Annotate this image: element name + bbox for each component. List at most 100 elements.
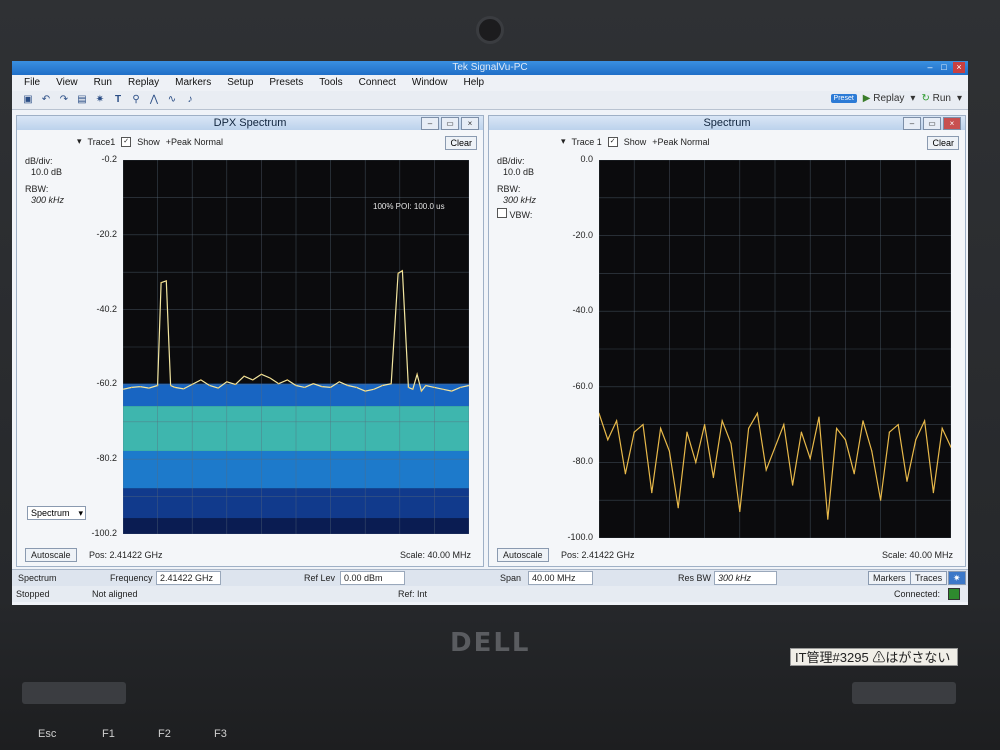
dpx-trace-point xyxy=(217,387,219,389)
dpx-panel-title: DPX Spectrum – ▭ × xyxy=(17,116,483,130)
spectrum-trace-point xyxy=(941,427,943,429)
text-icon[interactable]: T xyxy=(112,94,124,106)
dpx-trace-point xyxy=(208,384,211,387)
spectrum-autoscale-button[interactable]: Autoscale xyxy=(497,548,549,562)
menu-markers[interactable]: Markers xyxy=(175,75,211,91)
menu-help[interactable]: Help xyxy=(463,75,484,91)
menu-connect[interactable]: Connect xyxy=(359,75,396,91)
dpx-restore-icon[interactable]: ▭ xyxy=(441,117,459,130)
marker-icon[interactable]: ⚲ xyxy=(130,94,142,106)
dpx-y-tick-label: -60.2 xyxy=(96,378,117,389)
chevron-down-icon[interactable]: ▾ xyxy=(910,93,915,104)
spectrum-plot[interactable] xyxy=(598,159,952,539)
dpx-trace-point xyxy=(234,383,237,385)
dpx-view-select[interactable]: Spectrum ▾ xyxy=(27,506,86,520)
connected-state: Connected: xyxy=(894,589,941,599)
dpx-show-checkbox[interactable]: ✓ xyxy=(121,136,132,147)
spectrum-vbw-checkbox[interactable] xyxy=(497,208,507,218)
window-title: Tek SignalVu-PC xyxy=(452,62,528,73)
spectrum-trace-point xyxy=(906,480,908,482)
spectrum-trace-point xyxy=(607,439,609,441)
menu-setup[interactable]: Setup xyxy=(227,75,253,91)
traces-button[interactable]: Traces xyxy=(910,571,948,585)
spectrum-scale[interactable]: Scale: 40.00 MHz xyxy=(882,550,953,560)
close-icon[interactable]: × xyxy=(953,62,965,73)
gear-icon[interactable]: ✷ xyxy=(94,94,106,106)
key-f3[interactable]: F3 xyxy=(214,728,227,740)
dpx-poi-text: 100% POI: 100.0 us xyxy=(373,202,445,211)
toolbar: ▣ ↶ ↷ ▤ ✷ T ⚲ ⋀ ∿ ♪ Preset ▶ Replay ▾ ↻ … xyxy=(12,91,968,110)
run-label: Run xyxy=(932,93,951,104)
dpx-trace-chevron-icon[interactable]: ▾ xyxy=(77,136,82,147)
spectrum-restore-icon[interactable]: ▭ xyxy=(923,117,941,130)
dpx-minimize-icon[interactable]: – xyxy=(421,117,439,130)
spectrum-minimize-icon[interactable]: – xyxy=(903,117,921,130)
run-menu-chevron-icon[interactable]: ▾ xyxy=(957,93,962,104)
key-f2[interactable]: F2 xyxy=(158,728,171,740)
dpx-plot[interactable]: 100% POI: 100.0 us xyxy=(122,159,470,535)
menu-presets[interactable]: Presets xyxy=(269,75,303,91)
menu-view[interactable]: View xyxy=(56,75,78,91)
spectrum-show-checkbox[interactable]: ✓ xyxy=(607,136,618,147)
settings-gear-icon[interactable]: ✷ xyxy=(948,571,966,585)
dpx-clear-button[interactable]: Clear xyxy=(445,136,477,150)
speaker-icon[interactable]: ♪ xyxy=(184,94,196,106)
minimize-icon[interactable]: – xyxy=(924,62,936,73)
connected-indicator xyxy=(948,588,960,600)
spectrum-close-icon[interactable]: × xyxy=(943,117,961,130)
print-icon[interactable]: ▤ xyxy=(76,94,88,106)
spectrum-detector[interactable]: +Peak Normal xyxy=(652,137,709,147)
dpx-view-select-value: Spectrum xyxy=(31,508,70,518)
dpx-trace-point xyxy=(160,282,162,284)
undo-icon[interactable]: ↶ xyxy=(40,94,52,106)
spectrum-clear-button[interactable]: Clear xyxy=(927,136,959,150)
menu-run[interactable]: Run xyxy=(94,75,112,91)
spectrum-window-buttons: – ▭ × xyxy=(903,117,961,130)
spectrum-trace-point xyxy=(712,476,714,479)
menu-file[interactable]: File xyxy=(24,75,40,91)
maximize-icon[interactable]: □ xyxy=(938,62,950,73)
menu-window[interactable]: Window xyxy=(412,75,448,91)
dpx-autoscale-button[interactable]: Autoscale xyxy=(25,548,77,562)
markers-button[interactable]: Markers xyxy=(868,571,911,585)
run-button[interactable]: ↻ Run xyxy=(921,93,951,104)
resbw-field[interactable]: 300 kHz xyxy=(714,571,777,585)
span-field[interactable]: 40.00 MHz xyxy=(528,571,593,585)
peak-icon[interactable]: ⋀ xyxy=(148,94,160,106)
spectrum-trace-point xyxy=(836,427,838,429)
dpx-trace-point xyxy=(433,386,435,388)
dpx-trace-point xyxy=(459,386,461,388)
reflev-field[interactable]: 0.00 dBm xyxy=(340,571,405,585)
dpx-trace-point xyxy=(226,381,228,383)
dpx-trace-point xyxy=(269,377,271,379)
frequency-field[interactable]: 2.41422 GHz xyxy=(156,571,221,585)
reference-state: Ref: Int xyxy=(398,589,428,599)
replay-button[interactable]: ▶ Replay xyxy=(863,93,905,104)
spectrum-trace-point xyxy=(783,424,785,426)
dpx-trace-point xyxy=(278,383,280,385)
spectrum-vbw-label: VBW: xyxy=(509,210,533,220)
dpx-close-icon[interactable]: × xyxy=(461,117,479,130)
dpx-trace-select[interactable]: Trace1 xyxy=(88,137,116,147)
dpx-y-tick-label: -80.2 xyxy=(96,453,117,464)
menu-replay[interactable]: Replay xyxy=(128,75,159,91)
redo-icon[interactable]: ↷ xyxy=(58,94,70,106)
spectrum-trace-point xyxy=(730,442,732,445)
key-esc[interactable]: Esc xyxy=(38,728,56,740)
dpx-bottom-row: Autoscale Pos: 2.41422 GHz Scale: 40.00 … xyxy=(25,548,477,562)
wave-icon[interactable]: ∿ xyxy=(166,94,178,106)
spectrum-trace-chevron-icon[interactable]: ▾ xyxy=(561,136,566,147)
menu-tools[interactable]: Tools xyxy=(319,75,342,91)
dpx-scale[interactable]: Scale: 40.00 MHz xyxy=(400,550,471,560)
dpx-pos[interactable]: Pos: 2.41422 GHz xyxy=(89,550,163,560)
key-f1[interactable]: F1 xyxy=(102,728,115,740)
spectrum-pos[interactable]: Pos: 2.41422 GHz xyxy=(561,550,635,560)
spectrum-trace-point xyxy=(686,431,688,433)
preset-button[interactable]: Preset xyxy=(830,94,857,103)
spectrum-dbdiv-value: 10.0 dB xyxy=(503,167,535,177)
save-icon[interactable]: ▣ xyxy=(22,94,34,106)
dpx-detector[interactable]: +Peak Normal xyxy=(166,137,223,147)
dpx-trace-point xyxy=(321,386,323,388)
dpx-trace-point xyxy=(381,384,384,387)
spectrum-trace-select[interactable]: Trace 1 xyxy=(572,137,602,147)
